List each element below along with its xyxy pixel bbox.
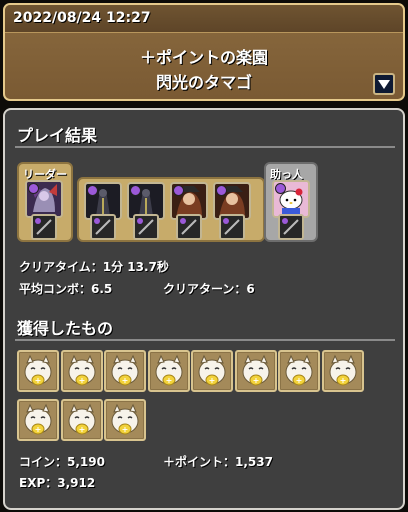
sub-assist-card-3[interactable] bbox=[176, 214, 202, 240]
tamago-plus-icon: + bbox=[20, 353, 56, 389]
drops-title: 獲得したもの bbox=[17, 319, 114, 338]
clear-time: クリアタイム：1分 13.7秒 bbox=[19, 258, 169, 275]
drop-item[interactable]: + bbox=[60, 399, 103, 441]
tamago-plus-icon: + bbox=[324, 353, 361, 389]
tamago-plus-icon: + bbox=[63, 402, 100, 438]
helper-slot[interactable]: 助っ人 bbox=[264, 162, 318, 242]
svg-text:+: + bbox=[165, 376, 172, 385]
plus-point-label: ＋ポイント： bbox=[163, 455, 236, 469]
avg-combo: 平均コンボ：6.5 bbox=[19, 280, 112, 297]
dark-attribute-icon bbox=[87, 185, 98, 196]
drop-item[interactable]: + bbox=[104, 399, 146, 441]
drop-item[interactable]: + bbox=[17, 399, 59, 441]
assist-equip-icon bbox=[221, 216, 243, 238]
drop-item[interactable]: + bbox=[104, 350, 146, 392]
drop-item[interactable]: + bbox=[60, 350, 103, 392]
drop-item[interactable]: + bbox=[278, 350, 320, 392]
coin-label: コイン： bbox=[19, 455, 68, 469]
plus-point-value: 1,537 bbox=[235, 455, 273, 469]
coin-reward: コイン：5,190 bbox=[19, 453, 105, 470]
dungeon-header: 2022/08/24 12:27 ＋ポイントの楽園 閃光のタマゴ bbox=[3, 3, 405, 101]
drop-item[interactable]: + bbox=[191, 350, 233, 392]
drop-item[interactable]: + bbox=[147, 350, 190, 392]
exp-value: 3,912 bbox=[57, 476, 96, 490]
tamago-plus-icon: + bbox=[63, 353, 100, 389]
divider bbox=[15, 339, 395, 341]
sub-assist-card-1[interactable] bbox=[90, 214, 116, 240]
leader-assist-card[interactable] bbox=[31, 214, 57, 240]
play-result-title: プレイ結果 bbox=[17, 126, 98, 145]
plus-point-reward: ＋ポイント：1,537 bbox=[163, 453, 273, 470]
dark-attribute-icon bbox=[173, 185, 184, 196]
dark-attribute-icon bbox=[216, 185, 227, 196]
drop-item[interactable]: + bbox=[17, 350, 59, 392]
tamago-plus-icon: + bbox=[281, 353, 317, 389]
dark-attribute-icon bbox=[275, 183, 286, 194]
leader-monster-card[interactable] bbox=[25, 180, 63, 218]
drop-item[interactable]: + bbox=[234, 350, 277, 392]
svg-text:+: + bbox=[78, 425, 85, 434]
helper-monster-card[interactable] bbox=[272, 180, 310, 218]
divider bbox=[15, 146, 395, 148]
result-panel: プレイ結果 リーダー 助っ人 クリアタイム：1分 13.7秒 平均コンボ：6.5… bbox=[3, 108, 405, 510]
sub-members bbox=[77, 177, 265, 242]
tamago-plus-icon: + bbox=[150, 353, 187, 389]
avg-combo-label: 平均コンボ： bbox=[19, 282, 92, 296]
sub-assist-card-2[interactable] bbox=[133, 214, 159, 240]
tamago-plus-icon: + bbox=[194, 353, 230, 389]
assist-equip-icon bbox=[33, 216, 55, 238]
svg-text:+: + bbox=[252, 376, 259, 385]
play-datetime: 2022/08/24 12:27 bbox=[5, 5, 403, 33]
svg-text:+: + bbox=[122, 425, 129, 434]
exp-label: EXP： bbox=[19, 476, 58, 490]
expand-button[interactable] bbox=[373, 73, 395, 95]
assist-equip-icon bbox=[178, 216, 200, 238]
clear-turns: クリアターン：6 bbox=[163, 280, 255, 297]
tamago-plus-icon: + bbox=[237, 353, 274, 389]
floor-name: 閃光のタマゴ bbox=[155, 73, 252, 92]
helper-assist-card[interactable] bbox=[278, 214, 304, 240]
dungeon-name: ＋ポイントの楽園 bbox=[139, 48, 268, 67]
svg-text:+: + bbox=[78, 376, 85, 385]
svg-text:+: + bbox=[35, 425, 42, 434]
assist-equip-icon bbox=[92, 216, 114, 238]
clear-time-value: 1分 13.7秒 bbox=[102, 260, 169, 274]
drop-item[interactable]: + bbox=[321, 350, 364, 392]
assist-equip-icon bbox=[135, 216, 157, 238]
clear-turns-value: 6 bbox=[246, 282, 255, 296]
svg-text:+: + bbox=[339, 376, 346, 385]
clear-turns-label: クリアターン： bbox=[163, 282, 247, 296]
svg-text:+: + bbox=[35, 376, 42, 385]
tamago-plus-icon: + bbox=[107, 353, 143, 389]
dark-attribute-icon bbox=[130, 185, 141, 196]
avg-combo-value: 6.5 bbox=[91, 282, 113, 296]
dark-attribute-icon bbox=[28, 183, 39, 194]
coin-value: 5,190 bbox=[67, 455, 105, 469]
triangle-down-icon bbox=[378, 80, 390, 89]
exp-reward: EXP：3,912 bbox=[19, 474, 95, 491]
svg-text:+: + bbox=[209, 376, 216, 385]
sub-assist-card-4[interactable] bbox=[219, 214, 245, 240]
tamago-plus-icon: + bbox=[107, 402, 143, 438]
svg-text:+: + bbox=[296, 376, 303, 385]
svg-text:+: + bbox=[122, 376, 129, 385]
clear-time-label: クリアタイム： bbox=[19, 260, 103, 274]
tamago-plus-icon: + bbox=[20, 402, 56, 438]
assist-equip-icon bbox=[280, 216, 302, 238]
leader-slot[interactable]: リーダー bbox=[17, 162, 73, 242]
